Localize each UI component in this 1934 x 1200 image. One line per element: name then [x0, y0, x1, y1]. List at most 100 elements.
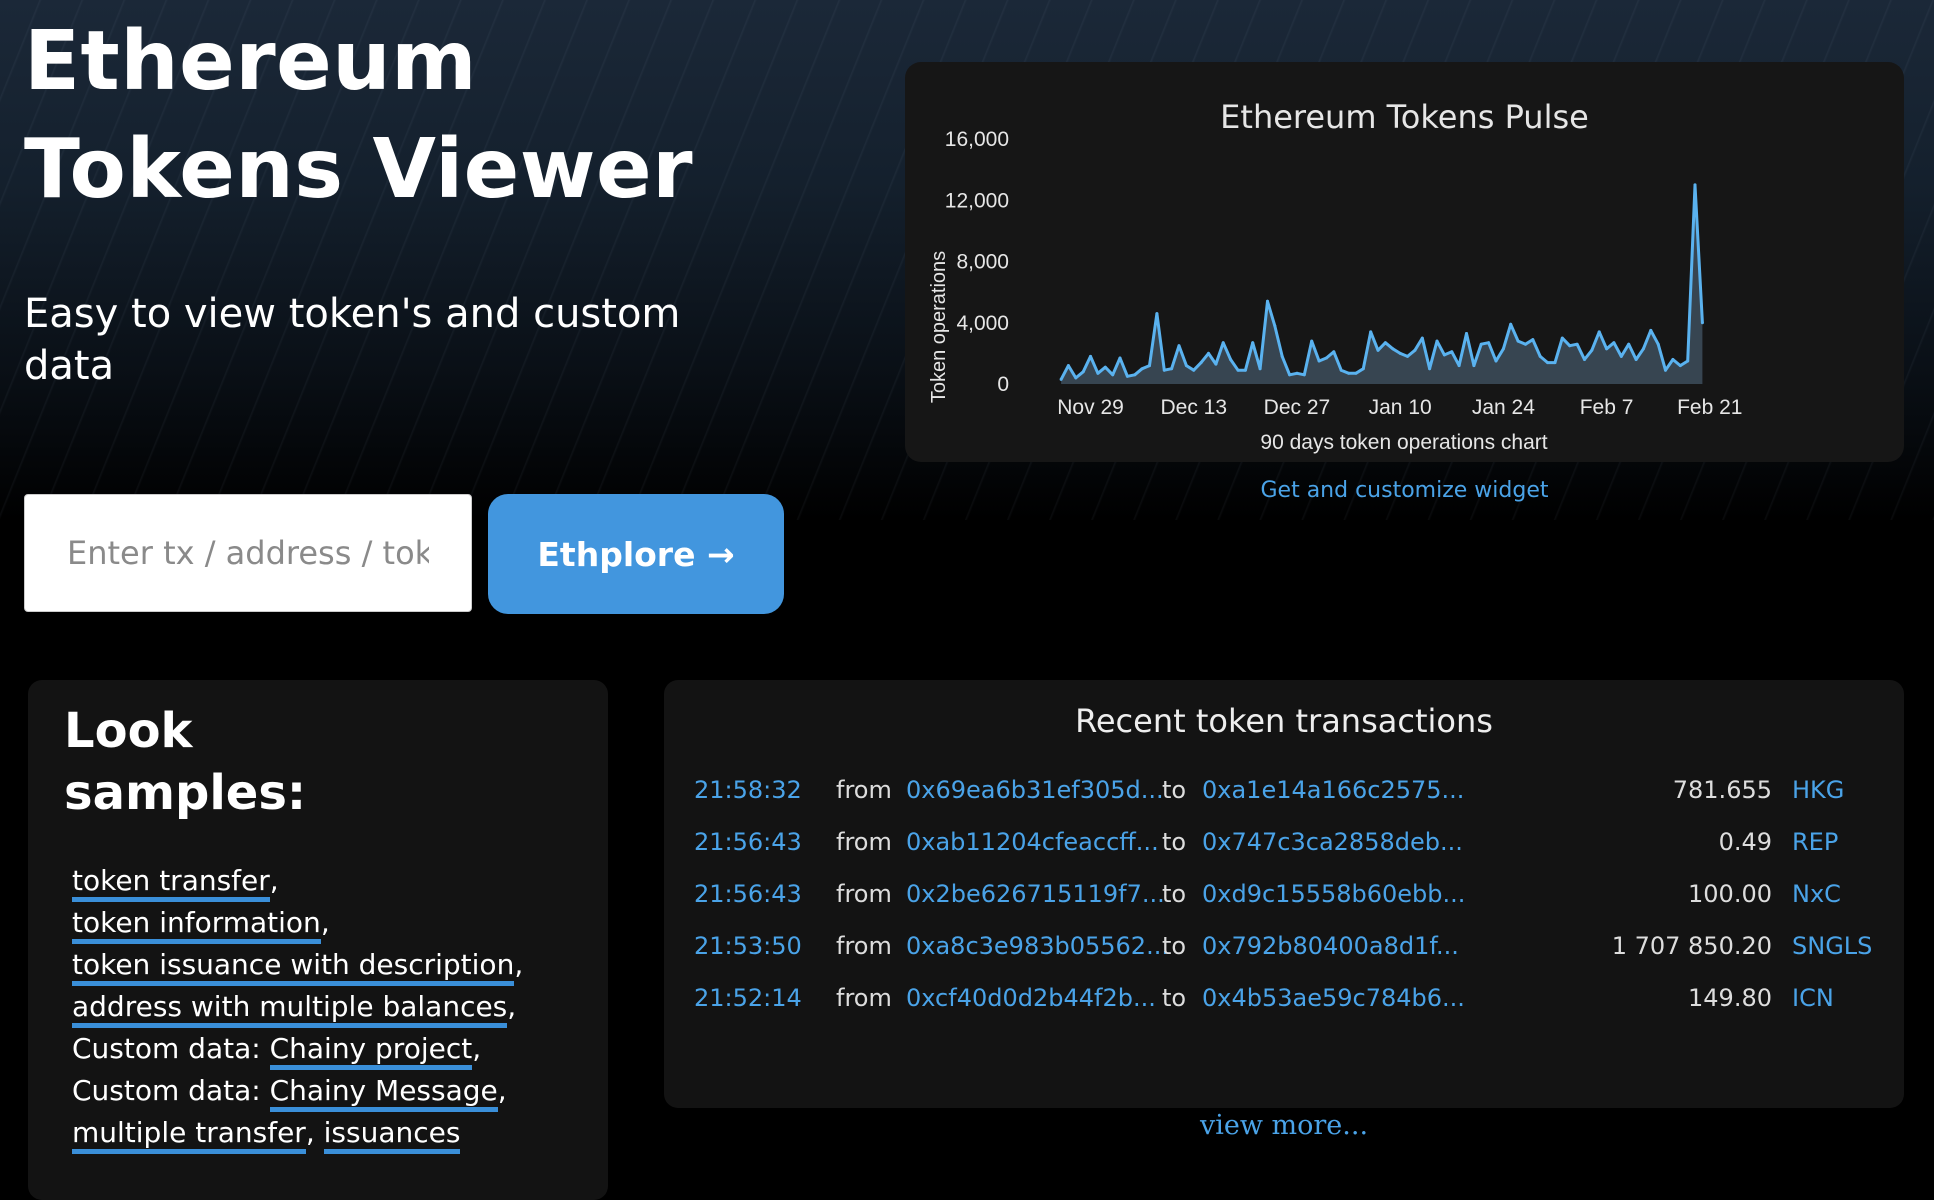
sample-link-issuances[interactable]: issuances [323, 1116, 461, 1154]
samples-heading: Look samples: [64, 700, 306, 824]
tx-to-address-link[interactable]: 0xa1e14a166c2575... [1202, 770, 1464, 810]
sample-link-token-transfer[interactable]: token transfer [72, 864, 270, 902]
custom-data-label: Custom data: [72, 1074, 261, 1107]
y-tick-label: 8,000 [956, 251, 1009, 274]
tx-from-address-link[interactable]: 0x2be626715119f7... [906, 874, 1165, 914]
sample-link-token-information[interactable]: token information [72, 906, 321, 944]
tx-token-link[interactable]: NxC [1792, 874, 1841, 914]
chart-point [1089, 354, 1092, 358]
sample-link-chainy-project[interactable]: Chainy project [269, 1032, 473, 1070]
tx-time-link[interactable]: 21:52:14 [694, 978, 802, 1018]
chart-point [1568, 344, 1572, 348]
tx-amount: 149.80 [1688, 984, 1772, 1012]
chart-point [1148, 364, 1151, 368]
customize-widget-link[interactable]: Get and customize widget [905, 478, 1904, 503]
x-tick-label: Dec 13 [1160, 396, 1227, 419]
table-row: 21:56:43 from 0xab11204cfeaccff... to 0x… [664, 822, 1904, 862]
chart-point [1619, 354, 1623, 358]
chart-point [1133, 373, 1137, 377]
tx-from-label: from [836, 880, 892, 908]
tx-time-link[interactable]: 21:58:32 [694, 770, 802, 810]
chart-point [1155, 312, 1159, 316]
chart-xlabel: 90 days token operations chart [1260, 431, 1547, 454]
custom-data-label: Custom data: [72, 1032, 261, 1065]
chart-point [1413, 348, 1417, 352]
tx-to-address-link[interactable]: 0x792b80400a8d1f... [1202, 926, 1459, 966]
x-tick-label: Jan 24 [1472, 396, 1535, 419]
search-input[interactable] [24, 494, 472, 612]
chart-point [1420, 336, 1424, 340]
samples-panel: Look samples: token transfer, token info… [28, 680, 608, 1200]
chart-point [1494, 359, 1498, 363]
pulse-widget: Ethereum Tokens Pulse Token operations 9… [905, 62, 1904, 462]
tx-to-address-link[interactable]: 0xd9c15558b60ebb... [1202, 874, 1465, 914]
page-title: Ethereum Tokens Viewer [24, 8, 693, 224]
chart-point [1472, 364, 1476, 368]
tx-from-label: from [836, 984, 892, 1012]
tx-from-address-link[interactable]: 0xcf40d0d2b44f2b... [906, 978, 1156, 1018]
chart-point [1125, 374, 1129, 378]
tx-time-link[interactable]: 21:53:50 [694, 926, 802, 966]
chart-point [1398, 351, 1402, 355]
sample-link-multiple-transfer[interactable]: multiple transfer [72, 1116, 306, 1154]
chart-point [1641, 347, 1645, 351]
tx-from-label: from [836, 776, 892, 804]
tx-to-label: to [1162, 776, 1187, 804]
chart-point [1214, 362, 1218, 366]
chart-point [1229, 358, 1233, 361]
y-tick-label: 0 [997, 373, 1009, 396]
chart-point [1310, 339, 1314, 343]
chart-point [1465, 332, 1468, 335]
chart-point [1118, 356, 1122, 360]
tx-token-link[interactable]: REP [1792, 822, 1838, 862]
chart-point [1634, 358, 1638, 361]
sample-link-token-issuance[interactable]: token issuance with description [72, 948, 515, 986]
tx-amount: 781.655 [1672, 776, 1772, 804]
chart-point [1671, 358, 1675, 361]
chart-point [1560, 336, 1564, 340]
chart-point [1509, 322, 1513, 326]
tx-to-label: to [1162, 880, 1187, 908]
chart-point [1546, 361, 1550, 365]
chart-ylabel: Token operations [928, 251, 950, 403]
chart-point [1369, 330, 1373, 334]
tx-from-label: from [836, 932, 892, 960]
recent-transactions-panel: Recent token transactions 21:58:32 from … [664, 680, 1904, 1108]
tx-token-link[interactable]: SNGLS [1792, 926, 1872, 966]
sample-link-address-balances[interactable]: address with multiple balances [72, 990, 508, 1028]
chart-point [1627, 342, 1631, 346]
ethplore-button[interactable]: Ethplore → [488, 494, 784, 614]
chart-point [1664, 368, 1667, 372]
sample-link-chainy-message[interactable]: Chainy Message [269, 1074, 498, 1112]
table-row: 21:56:43 from 0x2be626715119f7... to 0xd… [664, 874, 1904, 914]
pulse-chart: Token operations 90 days token operation… [928, 128, 1742, 454]
table-row: 21:52:14 from 0xcf40d0d2b44f2b... to 0x4… [664, 978, 1904, 1018]
tx-token-link[interactable]: ICN [1792, 978, 1834, 1018]
chart-point [1516, 339, 1520, 343]
tx-time-link[interactable]: 21:56:43 [694, 874, 802, 914]
x-tick-label: Jan 10 [1369, 396, 1432, 419]
chart-point [1140, 367, 1144, 371]
chart-point [1693, 183, 1697, 187]
tx-to-address-link[interactable]: 0x4b53ae59c784b6... [1202, 978, 1465, 1018]
tx-time-link[interactable]: 21:56:43 [694, 822, 802, 862]
tx-to-label: to [1162, 984, 1187, 1012]
chart-point [1656, 342, 1660, 346]
chart-point [1096, 371, 1100, 375]
tx-from-address-link[interactable]: 0xa8c3e983b05562... [906, 926, 1169, 966]
tx-from-address-link[interactable]: 0xab11204cfeaccff... [906, 822, 1159, 862]
chart-point [1678, 364, 1682, 368]
chart-point [1074, 376, 1078, 380]
chart-point [1605, 347, 1609, 351]
chart-point [1583, 358, 1586, 361]
tx-token-link[interactable]: HKG [1792, 770, 1844, 810]
tx-to-address-link[interactable]: 0x747c3ca2858deb... [1202, 822, 1463, 862]
tx-amount: 1 707 850.20 [1611, 932, 1772, 960]
chart-point [1066, 364, 1070, 368]
tx-from-address-link[interactable]: 0x69ea6b31ef305d... [906, 770, 1164, 810]
chart-point [1199, 361, 1203, 365]
chart-point [1501, 347, 1505, 351]
chart-point [1612, 341, 1616, 345]
view-more-link[interactable]: view more... [664, 1110, 1904, 1141]
y-tick-label: 4,000 [956, 312, 1009, 335]
